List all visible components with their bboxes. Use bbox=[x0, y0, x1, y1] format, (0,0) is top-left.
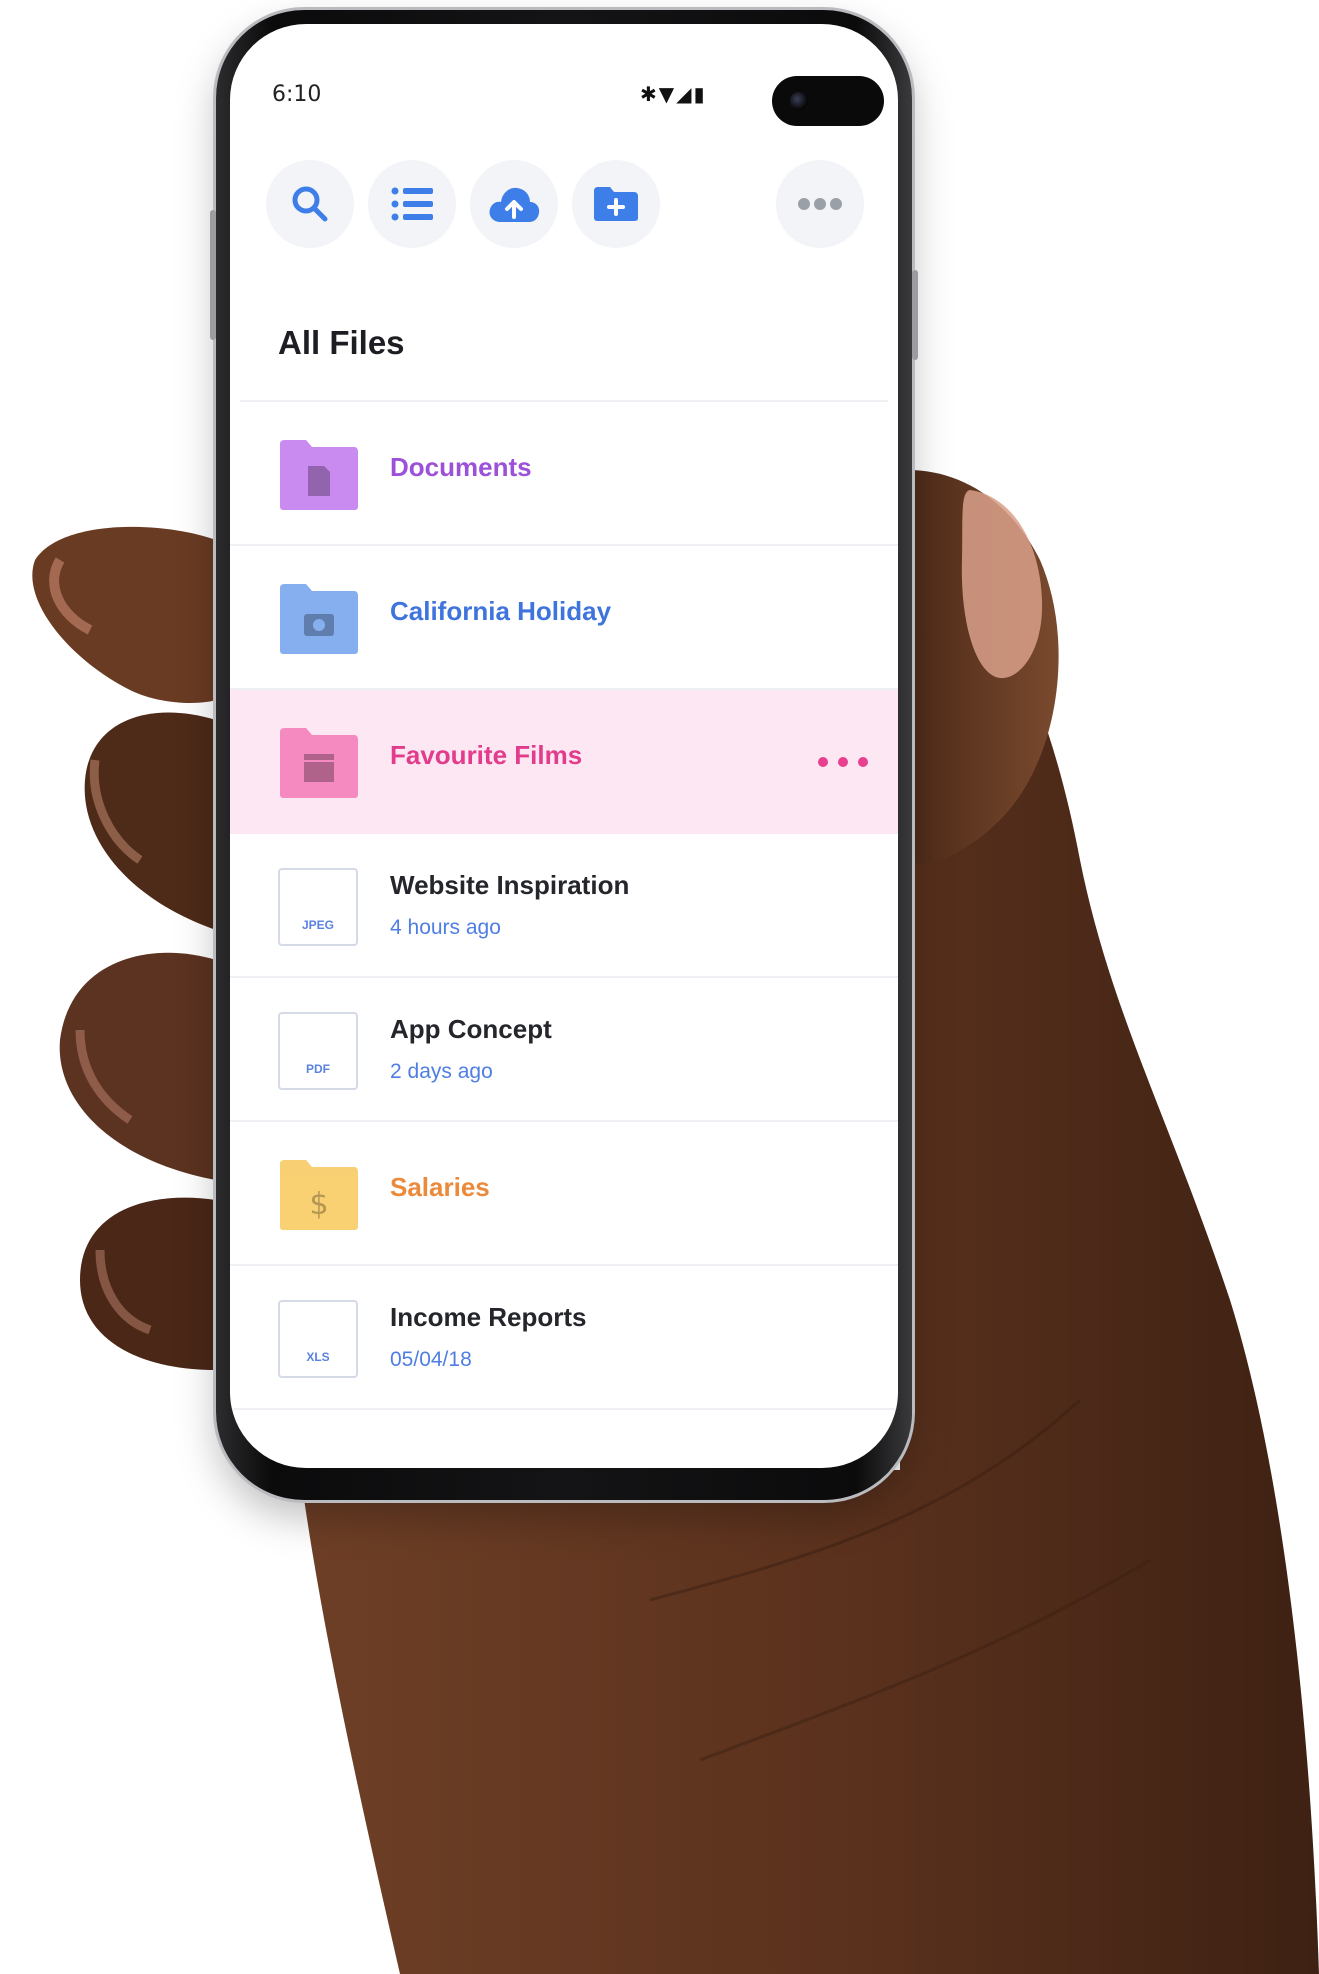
item-name: App Concept bbox=[390, 1014, 552, 1044]
folder-row-salaries[interactable]: $ Salaries bbox=[230, 1122, 898, 1266]
app-screen: 6:10 ✱▼◢▮ All Files Documents California… bbox=[230, 24, 898, 1468]
status-time: 6:10 bbox=[272, 82, 322, 107]
file-row-app-concept[interactable]: PDF App Concept 2 days ago bbox=[230, 978, 898, 1122]
file-list: Documents California Holiday Favourite Fil… bbox=[230, 402, 898, 1410]
folder-row-favourite-films[interactable]: Favourite Films bbox=[230, 690, 898, 834]
file-icon: PDF bbox=[278, 1012, 358, 1090]
item-name: Salaries bbox=[390, 1172, 490, 1202]
document-icon bbox=[308, 466, 330, 496]
dollar-icon: $ bbox=[309, 1187, 328, 1222]
folder-icon: $ bbox=[280, 1160, 358, 1230]
row-more-options-icon[interactable] bbox=[818, 748, 868, 776]
folder-icon bbox=[280, 584, 358, 654]
power-button bbox=[912, 270, 918, 360]
camera-icon bbox=[304, 614, 334, 636]
file-icon: JPEG bbox=[278, 868, 358, 946]
file-type-label: PDF bbox=[306, 1062, 330, 1076]
status-icons: ✱▼◢▮ bbox=[640, 82, 707, 106]
item-name: Income Reports bbox=[390, 1302, 587, 1332]
svg-text:$: $ bbox=[309, 1187, 328, 1222]
more-options-button[interactable] bbox=[776, 160, 864, 248]
upload-button[interactable] bbox=[470, 160, 558, 248]
folder-icon bbox=[280, 440, 358, 510]
list-view-icon bbox=[391, 187, 433, 221]
toolbar bbox=[230, 160, 898, 256]
search-icon bbox=[292, 186, 328, 222]
search-button[interactable] bbox=[266, 160, 354, 248]
stage: 6:10 ✱▼◢▮ All Files Documents California… bbox=[0, 0, 1319, 1974]
item-subtitle: 4 hours ago bbox=[390, 916, 501, 939]
camera-punch-hole bbox=[772, 76, 884, 126]
item-name: Documents bbox=[390, 452, 532, 482]
item-name: Favourite Films bbox=[390, 740, 583, 770]
item-name: California Holiday bbox=[390, 596, 612, 626]
finger-4 bbox=[80, 1197, 216, 1370]
volume-button bbox=[210, 210, 216, 340]
file-type-label: XLS bbox=[306, 1350, 330, 1364]
folder-row-california-holiday[interactable]: California Holiday bbox=[230, 546, 898, 690]
item-name: Website Inspiration bbox=[390, 870, 630, 900]
file-icon: XLS bbox=[278, 1300, 358, 1378]
list-view-button[interactable] bbox=[368, 160, 456, 248]
folder-icon bbox=[280, 728, 358, 798]
new-folder-button[interactable] bbox=[572, 160, 660, 248]
item-subtitle: 05/04/18 bbox=[390, 1348, 472, 1371]
more-options-icon bbox=[798, 198, 842, 210]
file-row-income-reports[interactable]: XLS Income Reports 05/04/18 bbox=[230, 1266, 898, 1410]
item-subtitle: 2 days ago bbox=[390, 1060, 493, 1083]
cloud-upload-icon bbox=[489, 187, 540, 222]
clapperboard-icon bbox=[304, 754, 334, 782]
section-title: All Files bbox=[278, 324, 405, 361]
file-type-label: JPEG bbox=[301, 918, 334, 932]
folder-row-documents[interactable]: Documents bbox=[230, 402, 898, 546]
new-folder-icon bbox=[594, 187, 638, 221]
file-row-website-inspiration[interactable]: JPEG Website Inspiration 4 hours ago bbox=[230, 834, 898, 978]
finger-1 bbox=[32, 526, 216, 703]
phone-device: 6:10 ✱▼◢▮ All Files Documents California… bbox=[210, 10, 918, 1500]
